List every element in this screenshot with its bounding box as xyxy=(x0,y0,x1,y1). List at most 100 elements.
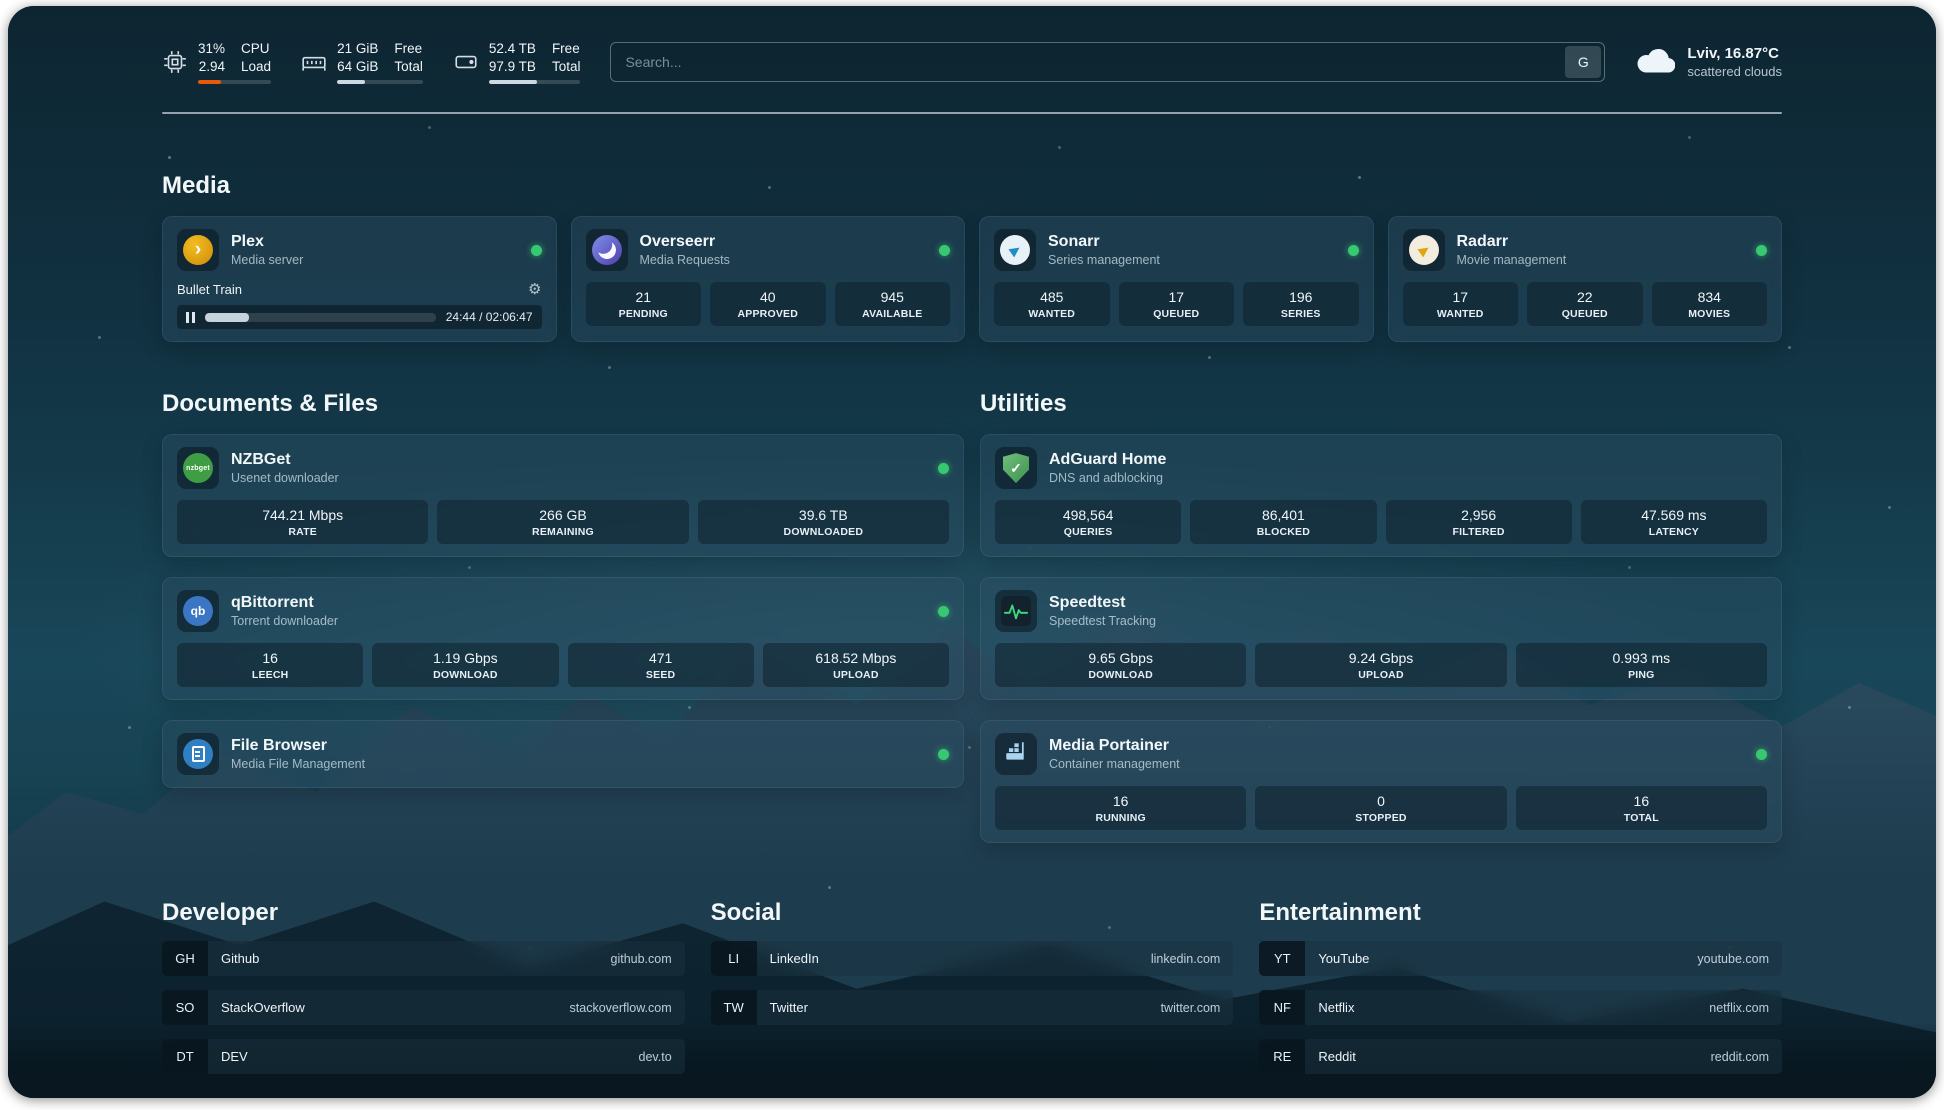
bookmark-url: stackoverflow.com xyxy=(570,1001,685,1015)
app-card-nzbget[interactable]: nzbget NZBGet Usenet downloader 744.21 M… xyxy=(162,434,964,557)
stat-wanted: 485 WANTED xyxy=(994,282,1110,326)
cpu-load-value: 2.94 xyxy=(199,58,225,76)
disk-total-label: Total xyxy=(552,58,581,76)
weather-widget: Lviv, 16.87°C scattered clouds xyxy=(1635,45,1782,79)
app-card-radarr[interactable]: ▶ Radarr Movie management 17 WANTED xyxy=(1388,216,1783,342)
stat-approved: 40 APPROVED xyxy=(710,282,826,326)
app-subtitle: Torrent downloader xyxy=(231,614,338,628)
memory-stick-icon xyxy=(301,49,327,75)
app-card-qbittorrent[interactable]: qb qBittorrent Torrent downloader 16 LEE… xyxy=(162,577,964,700)
stat-blocked: 86,401 BLOCKED xyxy=(1190,500,1376,544)
bookmark-reddit[interactable]: RE Reddit reddit.com xyxy=(1259,1039,1782,1074)
playback-time: 24:44 / 02:06:47 xyxy=(446,310,533,324)
plex-player-bar: 24:44 / 02:06:47 xyxy=(177,305,542,329)
bookmark-name: DEV xyxy=(208,1049,248,1064)
bookmark-url: youtube.com xyxy=(1697,952,1782,966)
stat-rate: 744.21 Mbps RATE xyxy=(177,500,428,544)
stat-upload: 9.24 Gbps UPLOAD xyxy=(1255,643,1506,687)
radarr-icon: ▶ xyxy=(1403,229,1445,271)
bookmark-abbr: GH xyxy=(162,941,208,976)
bookmark-abbr: DT xyxy=(162,1039,208,1074)
app-card-filebrowser[interactable]: File Browser Media File Management xyxy=(162,720,964,788)
app-name: Media Portainer xyxy=(1049,737,1180,755)
memory-total-label: Total xyxy=(394,58,423,76)
app-card-portainer[interactable]: Media Portainer Container management 16 … xyxy=(980,720,1782,843)
bookmark-twitter[interactable]: TW Twitter twitter.com xyxy=(711,990,1234,1025)
disk-progress-bar xyxy=(489,80,581,84)
pause-icon[interactable] xyxy=(186,312,195,323)
bookmark-abbr: YT xyxy=(1259,941,1305,976)
bookmark-name: LinkedIn xyxy=(757,951,819,966)
app-card-overseerr[interactable]: Overseerr Media Requests 21 PENDING 40 A… xyxy=(571,216,966,342)
app-subtitle: Speedtest Tracking xyxy=(1049,614,1156,628)
cpu-label: CPU xyxy=(241,40,271,58)
section-title-documents: Documents & Files xyxy=(162,390,964,418)
stat-total: 16 TOTAL xyxy=(1516,786,1767,830)
bookmark-name: YouTube xyxy=(1305,951,1369,966)
status-dot-online xyxy=(939,245,950,256)
status-dot-online xyxy=(938,749,949,760)
app-subtitle: Movie management xyxy=(1457,253,1567,267)
app-card-adguard[interactable]: ✓ AdGuard Home DNS and adblocking 498,56… xyxy=(980,434,1782,557)
bookmark-name: Github xyxy=(208,951,259,966)
disk-free-label: Free xyxy=(552,40,581,58)
stat-leech: 16 LEECH xyxy=(177,643,363,687)
app-subtitle: Usenet downloader xyxy=(231,471,339,485)
app-name: Overseerr xyxy=(640,233,730,251)
stat-wanted: 17 WANTED xyxy=(1403,282,1519,326)
top-bar: 31% 2.94 CPU Load xyxy=(162,40,1782,84)
bookmark-github[interactable]: GH Github github.com xyxy=(162,941,685,976)
stat-pending: 21 PENDING xyxy=(586,282,702,326)
app-name: Radarr xyxy=(1457,233,1567,251)
app-card-speedtest[interactable]: Speedtest Speedtest Tracking 9.65 Gbps D… xyxy=(980,577,1782,700)
search-input[interactable] xyxy=(610,42,1605,82)
stat-download: 1.19 Gbps DOWNLOAD xyxy=(372,643,558,687)
bookmark-stackoverflow[interactable]: SO StackOverflow stackoverflow.com xyxy=(162,990,685,1025)
hard-drive-icon xyxy=(453,49,479,75)
app-subtitle: Container management xyxy=(1049,757,1180,771)
nzbget-icon: nzbget xyxy=(177,447,219,489)
cpu-load-label: Load xyxy=(241,58,271,76)
bookmark-abbr: TW xyxy=(711,990,757,1025)
weather-condition: scattered clouds xyxy=(1687,64,1782,79)
app-subtitle: Media File Management xyxy=(231,757,365,771)
app-card-plex[interactable]: › Plex Media server Bullet Train ⚙ xyxy=(162,216,557,342)
section-title-developer: Developer xyxy=(162,899,685,927)
bookmark-netflix[interactable]: NF Netflix netflix.com xyxy=(1259,990,1782,1025)
stat-stopped: 0 STOPPED xyxy=(1255,786,1506,830)
overseerr-icon xyxy=(586,229,628,271)
section-title-entertainment: Entertainment xyxy=(1259,899,1782,927)
app-name: File Browser xyxy=(231,737,365,755)
stat-seed: 471 SEED xyxy=(568,643,754,687)
disk-free-value: 52.4 TB xyxy=(489,40,536,58)
bookmark-url: twitter.com xyxy=(1161,1001,1234,1015)
weather-location: Lviv, 16.87°C xyxy=(1687,45,1782,62)
bookmark-youtube[interactable]: YT YouTube youtube.com xyxy=(1259,941,1782,976)
bookmark-dev[interactable]: DT DEV dev.to xyxy=(162,1039,685,1074)
now-playing-title: Bullet Train xyxy=(177,282,242,297)
bookmark-url: linkedin.com xyxy=(1151,952,1233,966)
plex-chevron-glyph: › xyxy=(183,235,213,265)
app-subtitle: Media server xyxy=(231,253,303,267)
cloud-icon xyxy=(1635,46,1675,79)
memory-total-value: 64 GiB xyxy=(337,58,378,76)
settings-gear-icon[interactable]: ⚙ xyxy=(528,280,541,298)
status-dot-online xyxy=(1348,245,1359,256)
bookmark-name: StackOverflow xyxy=(208,1000,305,1015)
snow-particles xyxy=(8,6,11,9)
stat-queued: 17 QUEUED xyxy=(1119,282,1235,326)
status-dot-online xyxy=(938,606,949,617)
app-subtitle: DNS and adblocking xyxy=(1049,471,1166,485)
stat-movies: 834 MOVIES xyxy=(1652,282,1768,326)
bookmark-url: reddit.com xyxy=(1711,1050,1782,1064)
search-engine-button[interactable]: G xyxy=(1565,46,1601,78)
app-card-sonarr[interactable]: ▶ Sonarr Series management 485 WANTED xyxy=(979,216,1374,342)
app-subtitle: Series management xyxy=(1048,253,1160,267)
playback-progress-track[interactable] xyxy=(205,313,436,322)
status-dot-online xyxy=(938,463,949,474)
cpu-progress-bar xyxy=(198,80,271,84)
stat-latency: 47.569 ms LATENCY xyxy=(1581,500,1767,544)
bookmark-url: dev.to xyxy=(639,1050,685,1064)
app-name: AdGuard Home xyxy=(1049,451,1166,469)
bookmark-linkedin[interactable]: LI LinkedIn linkedin.com xyxy=(711,941,1234,976)
